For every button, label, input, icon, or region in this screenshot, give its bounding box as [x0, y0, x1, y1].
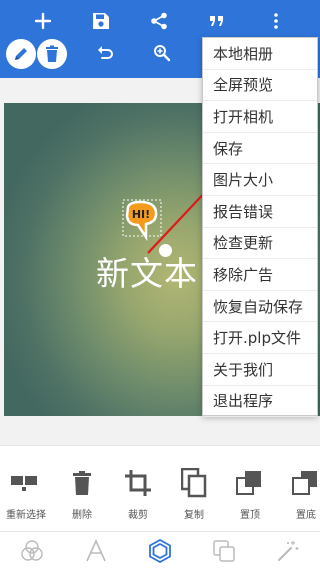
send-to-back-icon — [292, 466, 320, 500]
menu-item[interactable]: 打开.plp文件 — [203, 322, 317, 354]
reselect-button[interactable]: 重新选择 — [0, 466, 54, 521]
shape-icon[interactable] — [142, 537, 178, 565]
text-icon[interactable] — [78, 537, 114, 565]
resize-handle[interactable] — [159, 244, 172, 257]
bottom-tab-bar — [0, 531, 320, 569]
tool-label: 裁剪 — [128, 510, 148, 521]
trash-icon — [71, 466, 93, 500]
layers-icon[interactable] — [206, 537, 242, 565]
tool-label: 复制 — [184, 510, 204, 521]
overflow-menu: 本地相册 全屏预览 打开相机 保存 图片大小 报告错误 检查更新 移除广告 恢复自动保存 打开.p… — [202, 37, 318, 418]
save-icon[interactable] — [85, 5, 117, 37]
reselect-icon — [10, 466, 42, 500]
menu-item[interactable]: 报告错误 — [203, 196, 317, 228]
sticker-text: HI! — [132, 208, 150, 221]
crop-icon — [124, 466, 152, 500]
menu-item[interactable]: 本地相册 — [203, 38, 317, 70]
menu-item[interactable]: 图片大小 — [203, 164, 317, 196]
quote-icon[interactable] — [201, 5, 233, 37]
circles-icon[interactable] — [14, 537, 50, 565]
share-icon[interactable] — [143, 5, 175, 37]
edit-tools: 重新选择 删除 裁剪 复制 置顶 置底 — [0, 445, 320, 531]
add-icon[interactable] — [27, 5, 59, 37]
zoom-in-icon[interactable] — [146, 37, 178, 69]
canvas-text[interactable]: 新文本 — [96, 247, 198, 295]
menu-item[interactable]: 保存 — [203, 133, 317, 165]
menu-item[interactable]: 打开相机 — [203, 101, 317, 133]
app-screen: HI! 新文本 本地相册 全屏预览 打开相机 保存 图片大小 报告错误 检查更新 移除广告 恢复… — [0, 0, 320, 569]
menu-item[interactable]: 关于我们 — [203, 354, 317, 386]
crop-button[interactable]: 裁剪 — [110, 466, 166, 521]
menu-item[interactable]: 退出程序 — [203, 386, 317, 418]
tool-label: 置底 — [296, 510, 316, 521]
bring-to-front-button[interactable]: 置顶 — [222, 466, 278, 521]
delete-button[interactable]: 删除 — [54, 466, 110, 521]
bring-to-front-icon — [236, 466, 264, 500]
magic-wand-icon[interactable] — [270, 537, 306, 565]
tool-label: 置顶 — [240, 510, 260, 521]
copy-icon — [181, 466, 207, 500]
menu-item[interactable]: 恢复自动保存 — [203, 291, 317, 323]
tool-label: 删除 — [72, 510, 92, 521]
menu-item[interactable]: 移除广告 — [203, 259, 317, 291]
more-vert-icon[interactable] — [260, 5, 292, 37]
pencil-icon[interactable] — [6, 39, 36, 69]
undo-icon[interactable] — [89, 37, 121, 69]
tool-label: 重新选择 — [6, 510, 46, 521]
menu-item[interactable]: 全屏预览 — [203, 70, 317, 102]
copy-button[interactable]: 复制 — [166, 466, 222, 521]
menu-item[interactable]: 检查更新 — [203, 228, 317, 260]
send-to-back-button[interactable]: 置底 — [278, 466, 320, 521]
delete-icon[interactable] — [37, 39, 67, 69]
